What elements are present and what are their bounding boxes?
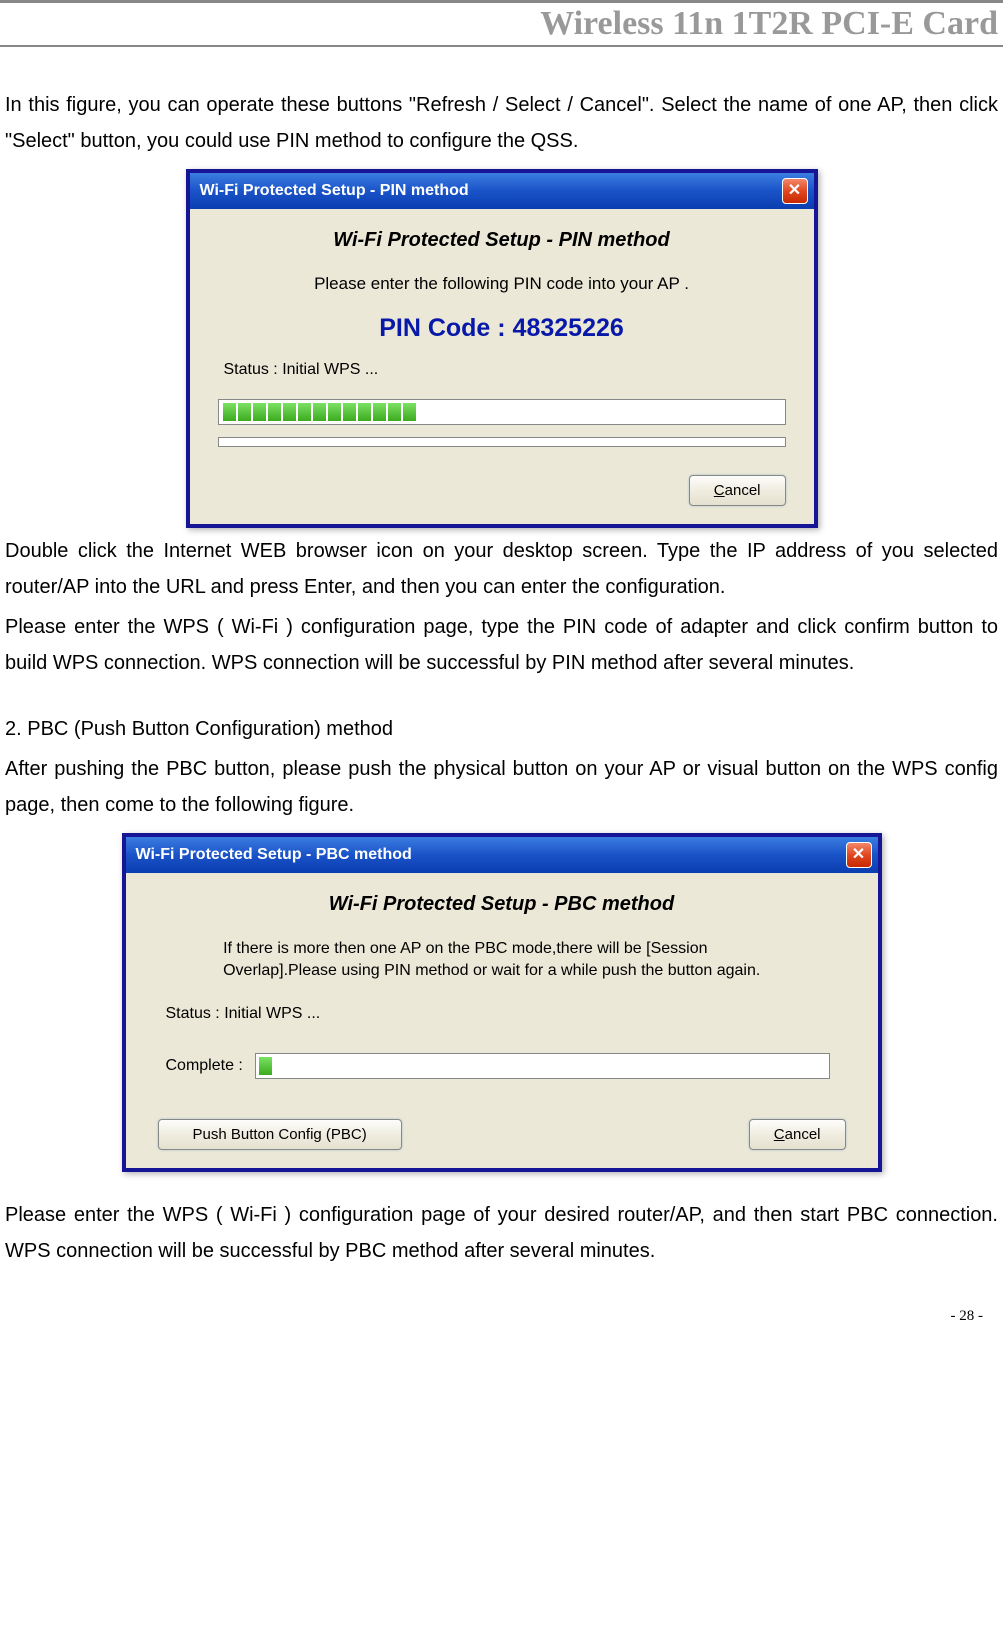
progress-segment <box>343 403 356 421</box>
progress-segment <box>298 403 311 421</box>
complete-row: Complete : <box>154 1053 850 1079</box>
complete-label: Complete : <box>166 1057 243 1075</box>
titlebar-title-pbc: Wi-Fi Protected Setup - PBC method <box>136 846 846 864</box>
progress-segment <box>253 403 266 421</box>
close-button-pbc[interactable]: ✕ <box>846 842 872 868</box>
page-number: - 28 - <box>951 1308 984 1324</box>
dialog-heading-pbc: Wi-Fi Protected Setup - PBC method <box>154 893 850 916</box>
thin-bar <box>218 437 786 447</box>
status-line-pbc: Status : Initial WPS ... <box>154 1005 850 1023</box>
progress-segment <box>403 403 416 421</box>
cancel-button-pbc[interactable]: Cancel <box>749 1119 846 1150</box>
progress-segment <box>388 403 401 421</box>
progress-segment <box>238 403 251 421</box>
header-title: Wireless 11n 1T2R PCI-E Card <box>0 5 1003 43</box>
section-heading-pbc: 2. PBC (Push Button Configuration) metho… <box>5 711 998 747</box>
dialog-body-pin: Wi-Fi Protected Setup - PIN method Pleas… <box>190 209 814 524</box>
dialog-body-pbc: Wi-Fi Protected Setup - PBC method If th… <box>126 873 878 1168</box>
progress-segment <box>373 403 386 421</box>
paragraph-2: Double click the Internet WEB browser ic… <box>5 533 998 605</box>
cancel-rest: ancel <box>725 482 761 499</box>
progress-segment <box>283 403 296 421</box>
page-footer: - 28 - <box>0 1273 1003 1340</box>
titlebar-title-pin: Wi-Fi Protected Setup - PIN method <box>200 182 782 200</box>
cancel-rest-pbc: ancel <box>785 1126 821 1143</box>
pin-label: PIN Code : <box>379 314 512 342</box>
close-icon: ✕ <box>788 183 801 199</box>
complete-segment <box>259 1057 272 1075</box>
cancel-button-pin[interactable]: Cancel <box>689 475 786 506</box>
status-line-pin: Status : Initial WPS ... <box>218 361 786 379</box>
paragraph-5: After pushing the PBC button, please pus… <box>5 751 998 823</box>
complete-progress-bar <box>255 1053 830 1079</box>
titlebar-pin: Wi-Fi Protected Setup - PIN method ✕ <box>190 173 814 209</box>
button-row-pbc: Push Button Config (PBC) Cancel <box>154 1119 850 1150</box>
dialog-heading-pin: Wi-Fi Protected Setup - PIN method <box>218 229 786 252</box>
paragraph-6: Please enter the WPS ( Wi-Fi ) configura… <box>5 1197 998 1269</box>
progress-segment <box>328 403 341 421</box>
dialog-pin: Wi-Fi Protected Setup - PIN method ✕ Wi-… <box>186 169 818 528</box>
progress-segment <box>313 403 326 421</box>
content-area: In this figure, you can operate these bu… <box>0 87 1003 1269</box>
button-row-pin: Cancel <box>218 475 786 506</box>
pin-code-display: PIN Code : 48325226 <box>218 314 786 343</box>
progress-segment <box>268 403 281 421</box>
titlebar-pbc: Wi-Fi Protected Setup - PBC method ✕ <box>126 837 878 873</box>
dialog-pbc: Wi-Fi Protected Setup - PBC method ✕ Wi-… <box>122 833 882 1172</box>
close-button-pin[interactable]: ✕ <box>782 178 808 204</box>
dialog-instruction-pin: Please enter the following PIN code into… <box>218 274 786 294</box>
paragraph-1: In this figure, you can operate these bu… <box>5 87 998 159</box>
progress-bar-pin <box>218 399 786 425</box>
pbc-button[interactable]: Push Button Config (PBC) <box>158 1119 402 1150</box>
close-icon: ✕ <box>852 847 865 863</box>
cancel-underline: C <box>714 482 725 499</box>
paragraph-3: Please enter the WPS ( Wi-Fi ) configura… <box>5 609 998 681</box>
progress-segment <box>358 403 371 421</box>
dialog-pin-wrapper: Wi-Fi Protected Setup - PIN method ✕ Wi-… <box>5 169 998 528</box>
dialog-info-pbc: If there is more then one AP on the PBC … <box>223 938 780 983</box>
pin-value: 48325226 <box>513 314 624 342</box>
page-header: Wireless 11n 1T2R PCI-E Card <box>0 0 1003 47</box>
progress-segment <box>223 403 236 421</box>
progress-segments <box>221 403 416 421</box>
dialog-pbc-wrapper: Wi-Fi Protected Setup - PBC method ✕ Wi-… <box>5 833 998 1172</box>
cancel-underline-pbc: C <box>774 1126 785 1143</box>
